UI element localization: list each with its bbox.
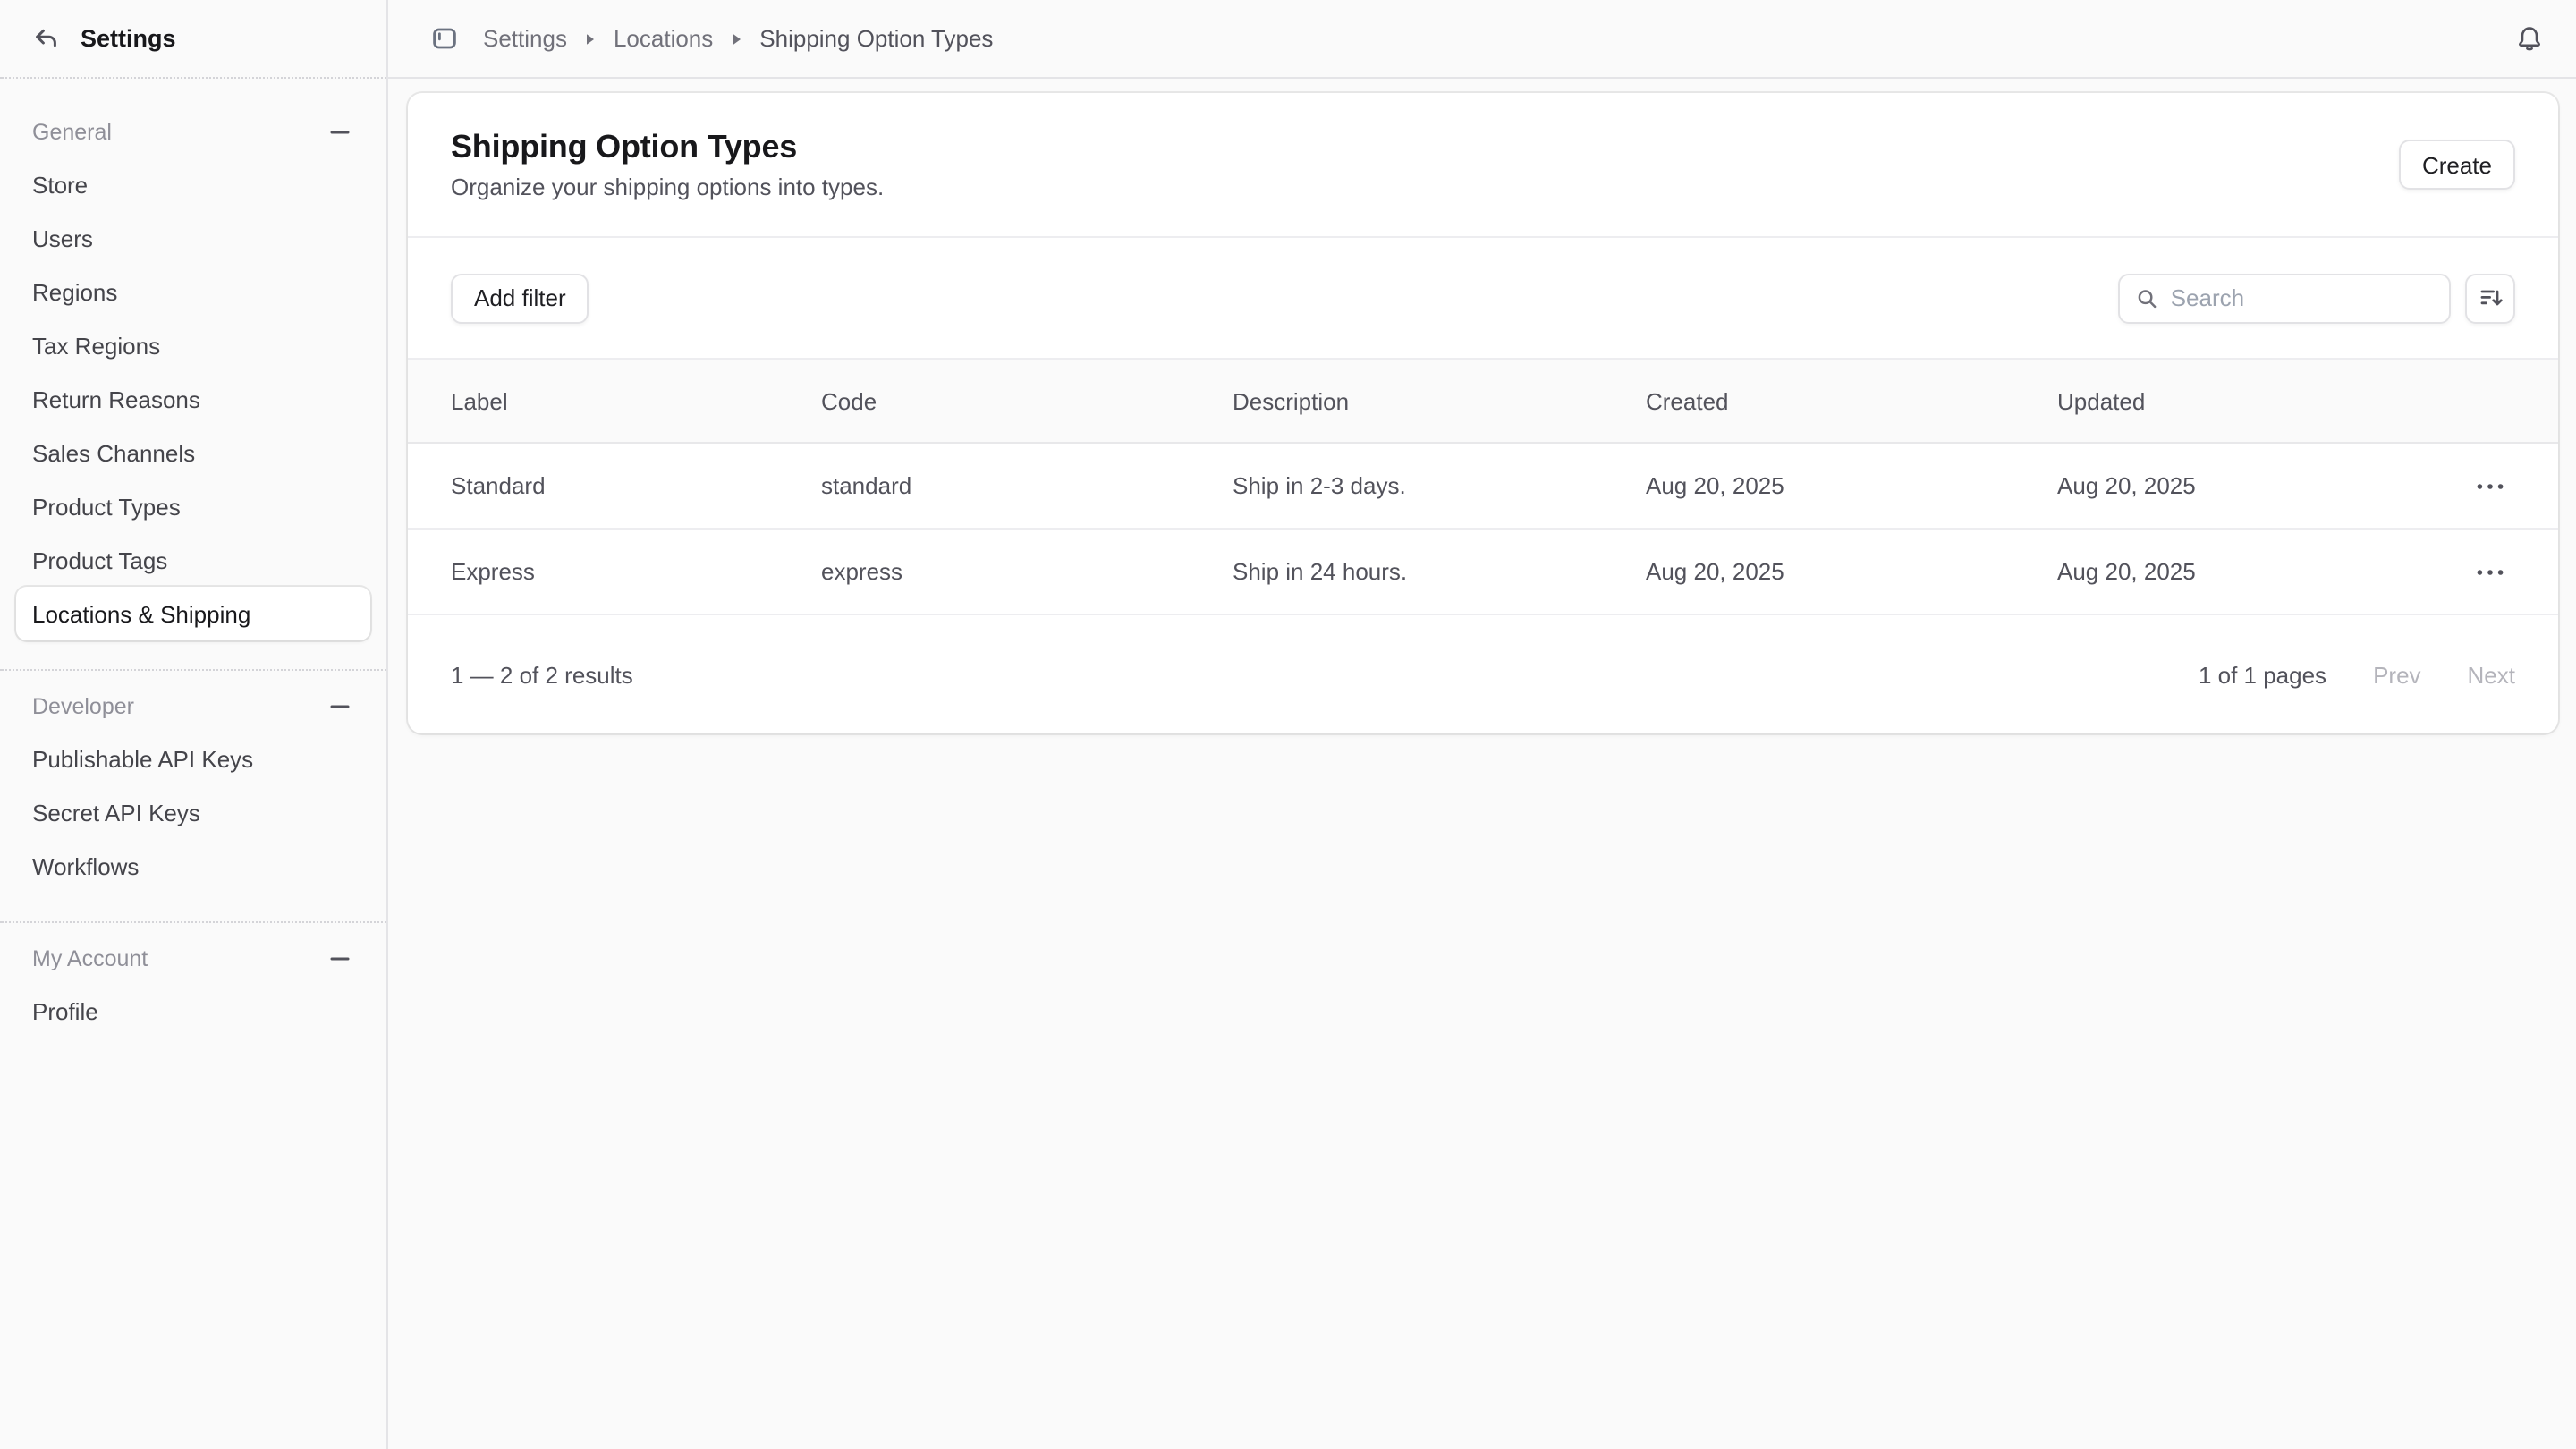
breadcrumb-locations[interactable]: Locations: [614, 25, 713, 52]
sidebar-divider: [0, 921, 386, 923]
sidebar-divider: [0, 669, 386, 671]
cell-created: Aug 20, 2025: [1646, 558, 2057, 585]
sidebar-item-sales-channels[interactable]: Sales Channels: [16, 426, 370, 479]
row-actions-button[interactable]: [2465, 461, 2515, 511]
page-indicator: 1 of 1 pages: [2199, 661, 2326, 688]
sidebar-item-store[interactable]: Store: [16, 157, 370, 211]
column-header-created: Created: [1646, 387, 2057, 414]
sort-descending-icon: [2477, 284, 2504, 311]
table-header-row: Label Code Description Created Updated: [408, 358, 2558, 444]
collapse-my-account-button[interactable]: [326, 945, 354, 973]
table-row[interactable]: Standard standard Ship in 2-3 days. Aug …: [408, 444, 2558, 530]
row-actions-button[interactable]: [2465, 547, 2515, 597]
cell-code: express: [821, 558, 1233, 585]
page-subtitle: Organize your shipping options into type…: [451, 174, 884, 200]
section-label: Developer: [32, 694, 134, 719]
sidebar-title: Settings: [80, 25, 176, 52]
card-header-text: Shipping Option Types Organize your ship…: [451, 129, 884, 200]
cell-created: Aug 20, 2025: [1646, 472, 2057, 499]
notifications-button[interactable]: [2508, 17, 2551, 60]
cell-label: Standard: [451, 472, 821, 499]
pagination: 1 — 2 of 2 results 1 of 1 pages Prev Nex…: [408, 615, 2558, 733]
collapse-developer-button[interactable]: [326, 692, 354, 721]
pagination-controls: 1 of 1 pages Prev Next: [2199, 661, 2515, 688]
search-box: [2118, 273, 2451, 323]
table-row[interactable]: Express express Ship in 24 hours. Aug 20…: [408, 530, 2558, 615]
cell-actions: [2451, 461, 2515, 511]
cell-updated: Aug 20, 2025: [2057, 472, 2451, 499]
minus-icon: [329, 948, 351, 970]
cell-description: Ship in 2-3 days.: [1233, 472, 1646, 499]
sidebar-header: Settings: [0, 0, 386, 79]
search-icon: [2136, 285, 2158, 310]
settings-sidebar: Settings General Store Users Regions Tax…: [0, 0, 388, 1449]
sidebar-item-profile[interactable]: Profile: [16, 984, 370, 1038]
breadcrumb-settings[interactable]: Settings: [483, 25, 567, 52]
bell-icon: [2515, 24, 2544, 53]
shipping-option-types-card: Shipping Option Types Organize your ship…: [408, 93, 2558, 733]
column-header-code: Code: [821, 387, 1233, 414]
section-header-general: General: [0, 107, 386, 157]
cell-code: standard: [821, 472, 1233, 499]
table-toolbar: Add filter: [408, 238, 2558, 358]
cell-description: Ship in 24 hours.: [1233, 558, 1646, 585]
column-header-label: Label: [451, 387, 821, 414]
sidebar-item-workflows[interactable]: Workflows: [16, 839, 370, 893]
section-header-my-account: My Account: [0, 934, 386, 984]
main-area: Settings Locations Shipping Option Types: [388, 0, 2576, 1449]
cell-updated: Aug 20, 2025: [2057, 558, 2451, 585]
sidebar-item-return-reasons[interactable]: Return Reasons: [16, 372, 370, 426]
toolbar-right: [2118, 273, 2515, 323]
sidebar-item-product-types[interactable]: Product Types: [16, 479, 370, 533]
triangle-right-icon: [731, 31, 741, 46]
results-count: 1 — 2 of 2 results: [451, 661, 633, 688]
cell-label: Express: [451, 558, 821, 585]
minus-icon: [329, 122, 351, 143]
sidebar-toggle-button[interactable]: [424, 18, 465, 59]
back-arrow-icon[interactable]: [32, 25, 59, 52]
sidebar-toggle-icon: [431, 25, 458, 52]
section-label: My Account: [32, 946, 148, 971]
sidebar-item-tax-regions[interactable]: Tax Regions: [16, 318, 370, 372]
create-button[interactable]: Create: [2399, 140, 2515, 190]
sidebar-item-secret-api-keys[interactable]: Secret API Keys: [16, 785, 370, 839]
sidebar-item-publishable-api-keys[interactable]: Publishable API Keys: [16, 732, 370, 785]
collapse-general-button[interactable]: [326, 118, 354, 147]
next-page-button[interactable]: Next: [2468, 661, 2515, 688]
sidebar-item-regions[interactable]: Regions: [16, 265, 370, 318]
column-header-description: Description: [1233, 387, 1646, 414]
cell-actions: [2451, 547, 2515, 597]
sidebar-item-product-tags[interactable]: Product Tags: [16, 533, 370, 587]
section-label: General: [32, 120, 112, 145]
breadcrumb-current: Shipping Option Types: [759, 25, 993, 52]
minus-icon: [329, 696, 351, 717]
page-title: Shipping Option Types: [451, 129, 884, 166]
column-header-updated: Updated: [2057, 387, 2451, 414]
breadcrumb: Settings Locations Shipping Option Types: [483, 25, 2508, 52]
prev-page-button[interactable]: Prev: [2373, 661, 2420, 688]
sort-button[interactable]: [2465, 273, 2515, 323]
triangle-right-icon: [585, 31, 596, 46]
search-input[interactable]: [2171, 284, 2433, 311]
topbar: Settings Locations Shipping Option Types: [388, 0, 2576, 79]
ellipsis-icon: [2476, 568, 2504, 575]
card-header: Shipping Option Types Organize your ship…: [408, 93, 2558, 238]
section-header-developer: Developer: [0, 682, 386, 732]
sidebar-item-users[interactable]: Users: [16, 211, 370, 265]
settings-app: Settings General Store Users Regions Tax…: [0, 0, 2576, 1449]
sidebar-item-locations-shipping[interactable]: Locations & Shipping: [16, 587, 370, 640]
ellipsis-icon: [2476, 482, 2504, 489]
add-filter-button[interactable]: Add filter: [451, 273, 589, 323]
sidebar-nav: General Store Users Regions Tax Regions …: [0, 79, 386, 1038]
